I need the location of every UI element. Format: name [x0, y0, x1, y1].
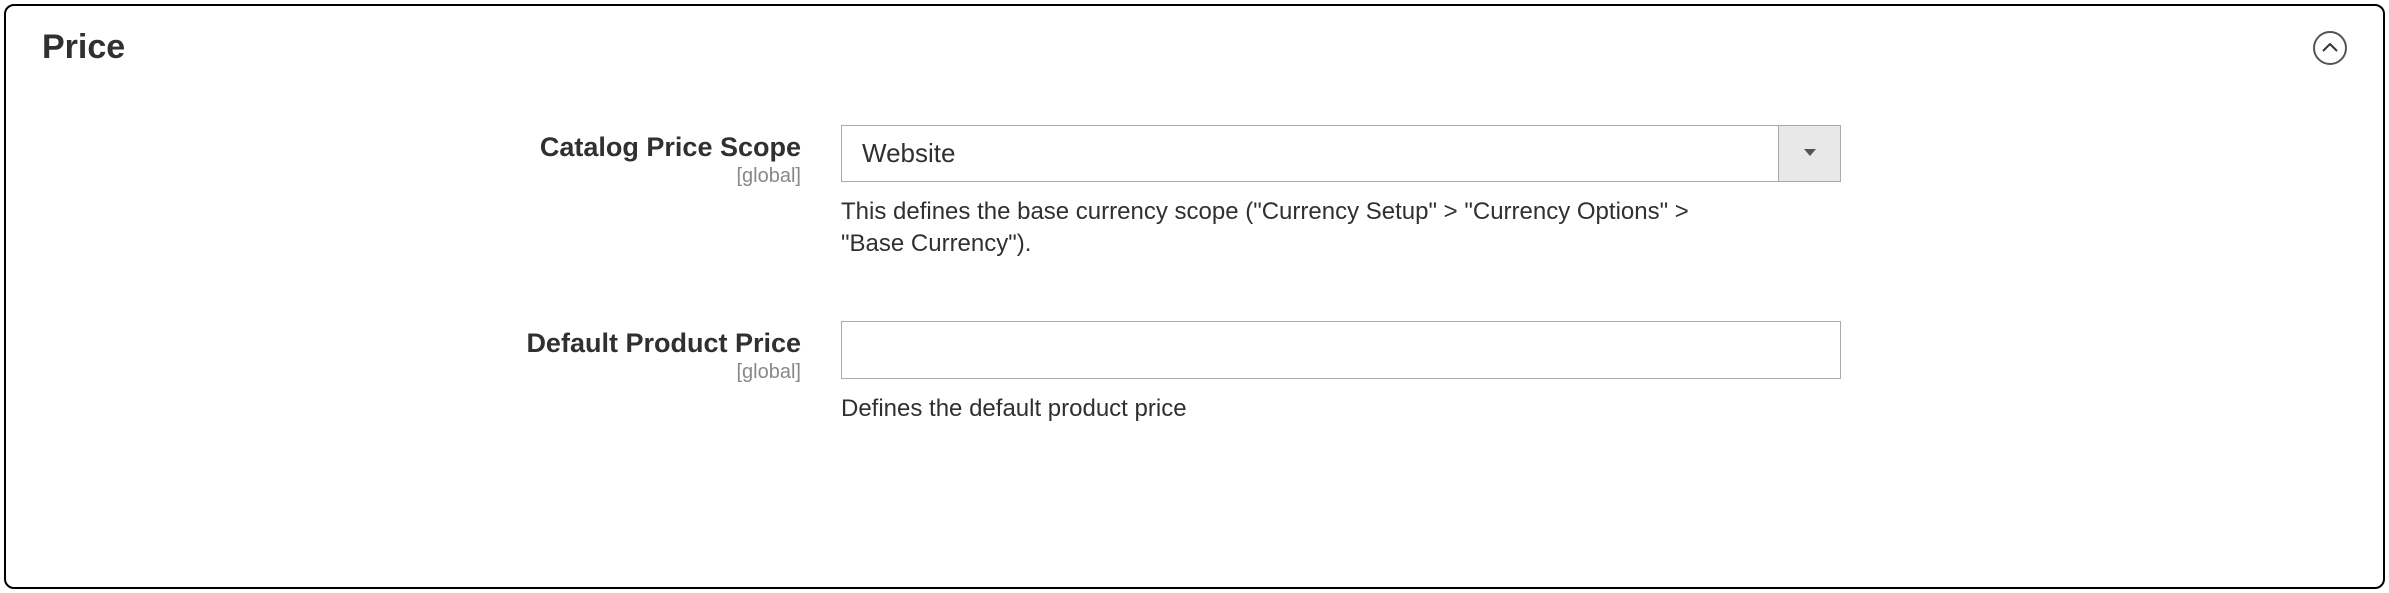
select-arrow — [1778, 126, 1840, 181]
default-product-price-scope: [global] — [46, 361, 801, 384]
field-label-col: Default Product Price [global] — [46, 321, 841, 384]
field-catalog-price-scope: Catalog Price Scope [global] Website Thi… — [46, 125, 2343, 261]
chevron-up-icon — [2322, 43, 2338, 53]
default-product-price-input[interactable] — [841, 321, 1841, 379]
default-product-price-label: Default Product Price — [46, 327, 801, 359]
field-label-col: Catalog Price Scope [global] — [46, 125, 841, 188]
collapse-button[interactable] — [2313, 31, 2347, 65]
catalog-price-scope-select[interactable]: Website — [841, 125, 1841, 182]
default-product-price-help: Defines the default product price — [841, 393, 1741, 425]
catalog-price-scope-value: Website — [842, 126, 1778, 181]
field-control-col: Website This defines the base currency s… — [841, 125, 1841, 261]
panel-header: Price — [6, 6, 2383, 85]
panel-title: Price — [42, 28, 125, 67]
price-panel: Price Catalog Price Scope [global] Websi… — [4, 4, 2385, 589]
triangle-down-icon — [1803, 145, 1817, 163]
catalog-price-scope-help: This defines the base currency scope ("C… — [841, 196, 1741, 261]
field-default-product-price: Default Product Price [global] Defines t… — [46, 321, 2343, 425]
panel-body: Catalog Price Scope [global] Website Thi… — [6, 85, 2383, 485]
catalog-price-scope-label: Catalog Price Scope — [46, 131, 801, 163]
field-control-col: Defines the default product price — [841, 321, 1841, 425]
catalog-price-scope-scope: [global] — [46, 165, 801, 188]
